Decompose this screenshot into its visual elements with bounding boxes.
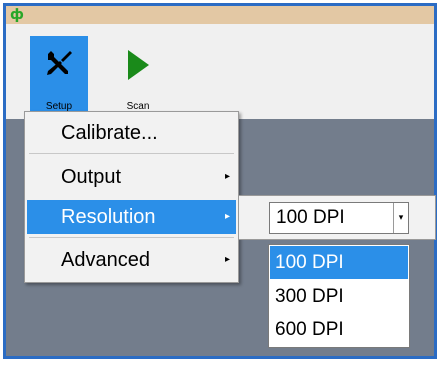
ribbon-toolbar: Setup Scan — [6, 24, 434, 119]
menu-item-label: Resolution — [61, 206, 156, 228]
setup-dropdown-menu: Calibrate... Output ▸ Resolution ▸ Advan… — [24, 111, 239, 283]
menu-item-label: Advanced — [61, 249, 150, 271]
menu-item-label: Calibrate... — [61, 122, 158, 144]
submenu-arrow-icon: ▸ — [224, 171, 230, 182]
tools-icon — [47, 51, 72, 75]
play-icon — [128, 50, 149, 80]
menu-item-advanced[interactable]: Advanced ▸ — [27, 243, 236, 277]
submenu-arrow-icon: ▸ — [224, 254, 230, 265]
menu-item-calibrate[interactable]: Calibrate... — [27, 116, 236, 150]
resolution-select-value: 100 DPI — [276, 207, 345, 228]
menu-item-resolution[interactable]: Resolution ▸ — [27, 200, 236, 234]
scan-button[interactable]: Scan — [109, 36, 167, 116]
option-300-dpi[interactable]: 300 DPI — [270, 280, 408, 313]
menu-item-label: Output — [61, 166, 122, 188]
resolution-options-list: 100 DPI 300 DPI 600 DPI — [268, 244, 410, 348]
resolution-select[interactable]: 100 DPI ▾ — [269, 202, 409, 234]
option-100-dpi[interactable]: 100 DPI — [270, 246, 408, 279]
menu-item-output[interactable]: Output ▸ — [27, 160, 236, 194]
title-bar: ф — [6, 6, 434, 24]
resolution-submenu: 100 DPI ▾ — [238, 195, 436, 240]
option-600-dpi[interactable]: 600 DPI — [270, 313, 408, 346]
menu-separator — [29, 237, 234, 238]
submenu-arrow-icon: ▸ — [224, 211, 230, 222]
menu-separator — [29, 153, 234, 154]
chevron-down-icon[interactable]: ▾ — [393, 203, 408, 233]
setup-button[interactable]: Setup — [30, 36, 88, 116]
app-icon: ф — [10, 7, 24, 23]
